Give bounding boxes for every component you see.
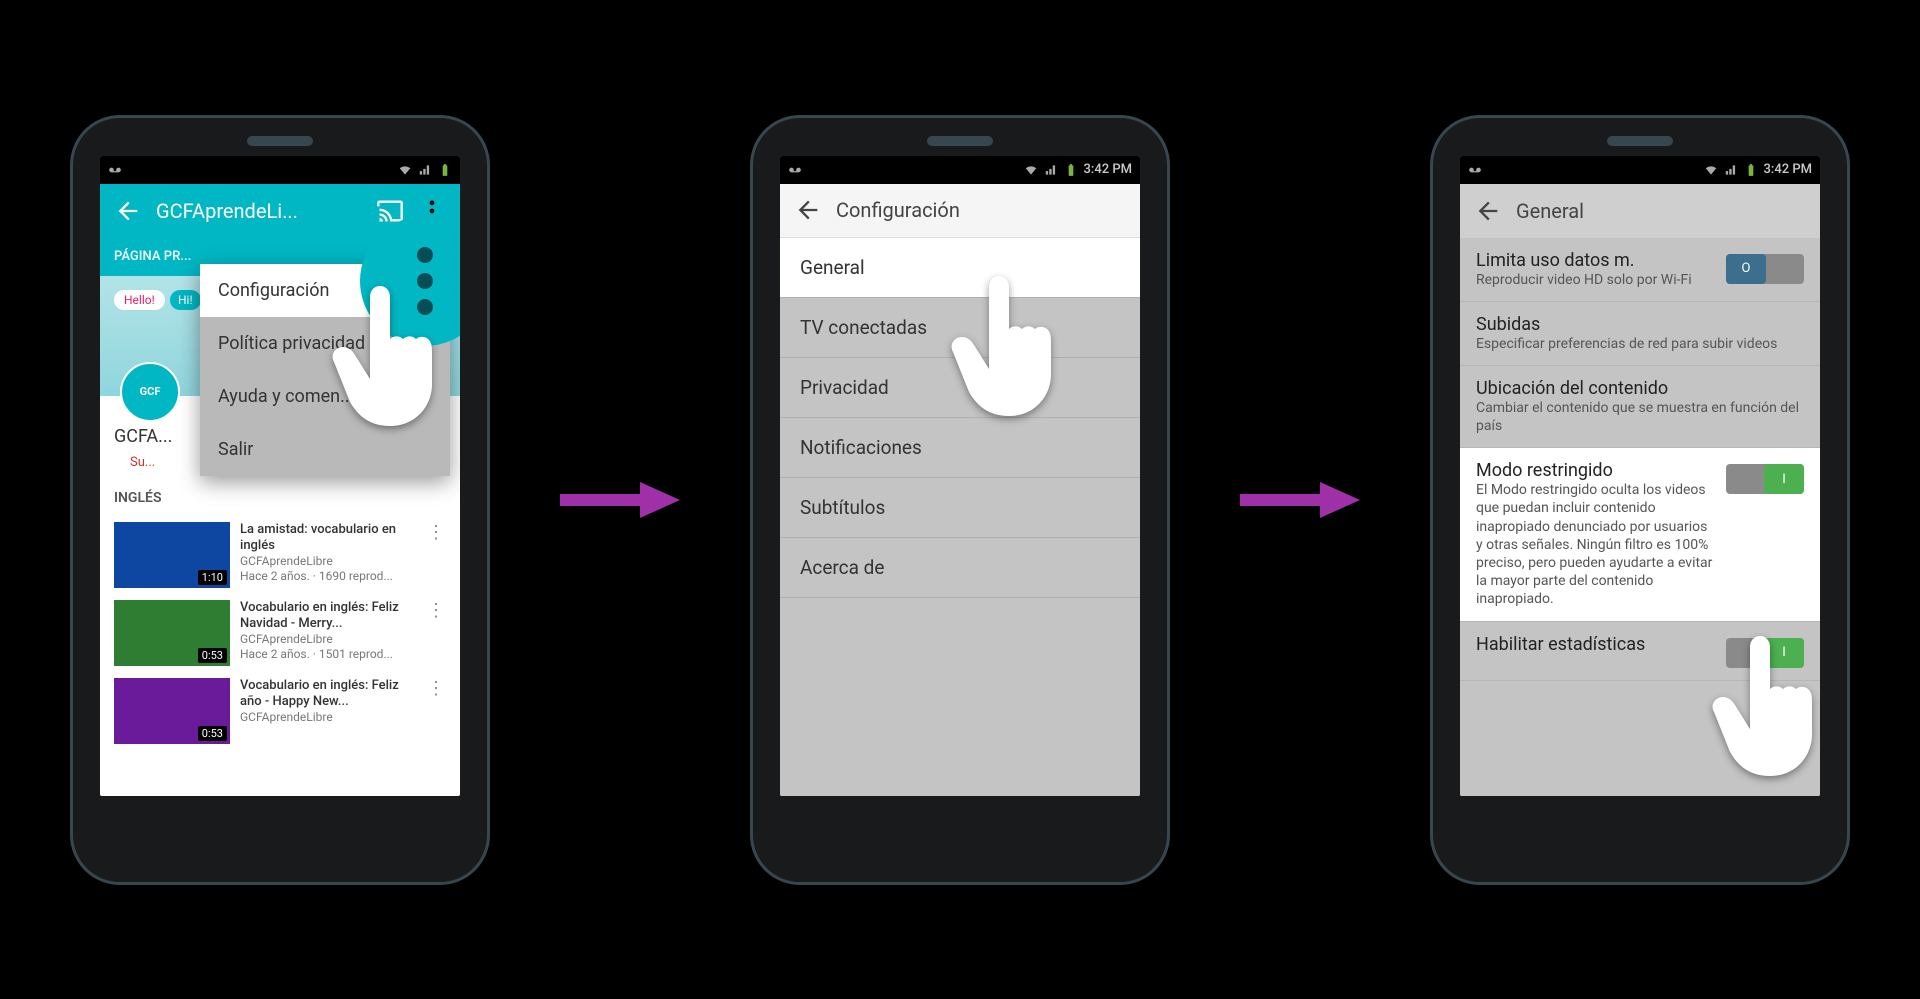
switch-knob: O	[1726, 254, 1766, 284]
banner-bubble-hi: Hi!	[170, 290, 201, 310]
switch-restricted-mode[interactable]: I	[1726, 464, 1804, 494]
battery-icon	[438, 163, 452, 177]
setting-title: Subidas	[1476, 314, 1804, 335]
voicemail-icon	[108, 163, 122, 177]
setting-description: Cambiar el contenido que se muestra en f…	[1476, 399, 1804, 435]
status-bar: 3:42 PM	[780, 156, 1140, 184]
video-meta: Vocabulario en inglés: Feliz Navidad - M…	[240, 600, 416, 663]
appbar-title: Configuración	[836, 198, 1126, 222]
settings-item-subtitles[interactable]: Subtítulos	[780, 478, 1140, 538]
flow-arrow-icon	[1240, 480, 1360, 520]
section-header: INGLÉS	[100, 480, 460, 516]
setting-title: Habilitar estadísticas	[1476, 634, 1714, 655]
battery-icon	[1744, 163, 1758, 177]
video-duration: 0:53	[198, 648, 227, 663]
video-thumbnail: 0:53	[114, 600, 230, 666]
video-duration: 1:10	[198, 570, 227, 585]
settings-item-general[interactable]: General	[780, 238, 1140, 298]
arrow-left-icon	[794, 196, 822, 224]
video-item[interactable]: 1:10 La amistad: vocabulario en inglés G…	[100, 516, 460, 594]
channel-avatar[interactable]: GCF	[120, 362, 180, 422]
signal-icon	[418, 163, 432, 177]
appbar-title: GCFAprendeLi...	[156, 199, 362, 223]
voicemail-icon	[1468, 163, 1482, 177]
wifi-icon	[1704, 163, 1718, 177]
banner-bubble-hello: Hello!	[114, 290, 165, 310]
battery-icon	[1064, 163, 1078, 177]
video-meta: Vocabulario en inglés: Feliz año - Happy…	[240, 678, 416, 726]
setting-title: Modo restringido	[1476, 460, 1714, 481]
general-settings-list: Limita uso datos m. Reproducir video HD …	[1460, 238, 1820, 796]
screen-3: 3:42 PM General Limita uso datos m. Repr…	[1460, 156, 1820, 796]
video-overflow[interactable]: ⋮	[426, 522, 446, 543]
video-duration: 0:53	[198, 726, 227, 741]
tab-home[interactable]: PÁGINA PR...	[114, 249, 191, 264]
phone-3: 3:42 PM General Limita uso datos m. Repr…	[1430, 115, 1850, 885]
settings-item-about[interactable]: Acerca de	[780, 538, 1140, 598]
video-meta: La amistad: vocabulario en inglés GCFApr…	[240, 522, 416, 585]
back-button[interactable]	[794, 196, 822, 224]
setting-description: El Modo restringido oculta los videos qu…	[1476, 481, 1714, 608]
switch-knob: I	[1764, 464, 1804, 494]
video-channel: GCFAprendeLibre	[240, 710, 416, 725]
settings-item-notifications[interactable]: Notificaciones	[780, 418, 1140, 478]
video-title: Vocabulario en inglés: Feliz año - Happy…	[240, 678, 416, 711]
wifi-icon	[398, 163, 412, 177]
switch-limit-data[interactable]: O	[1726, 254, 1804, 284]
setting-title: Ubicación del contenido	[1476, 378, 1804, 399]
phone-earpiece	[927, 136, 993, 146]
video-stats: Hace 2 años. · 1690 reprod...	[240, 569, 416, 584]
setting-uploads[interactable]: Subidas Especificar preferencias de red …	[1460, 302, 1820, 366]
switch-enable-stats[interactable]: I	[1726, 638, 1804, 668]
menu-item-help[interactable]: Ayuda y comen...	[200, 370, 450, 423]
video-thumbnail: 0:53	[114, 678, 230, 744]
phone-earpiece	[1607, 136, 1673, 146]
switch-knob: I	[1764, 638, 1804, 668]
video-thumbnail: 1:10	[114, 522, 230, 588]
video-stats: Hace 2 años. · 1501 reprod...	[240, 647, 416, 662]
status-time: 3:42 PM	[1084, 162, 1133, 177]
setting-enable-stats[interactable]: Habilitar estadísticas I	[1460, 622, 1820, 681]
phone-2: 3:42 PM Configuración General TV conecta…	[750, 115, 1170, 885]
settings-item-tv[interactable]: TV conectadas	[780, 298, 1140, 358]
setting-restricted-mode[interactable]: Modo restringido El Modo restringido ocu…	[1460, 448, 1820, 621]
status-bar	[100, 156, 460, 184]
phone-1: GCFAprendeLi... PÁGINA PR... Hello! Hi! …	[70, 115, 490, 885]
app-bar: Configuración	[780, 184, 1140, 238]
video-item[interactable]: 0:53 Vocabulario en inglés: Feliz Navida…	[100, 594, 460, 672]
back-button[interactable]	[1474, 197, 1502, 225]
signal-icon	[1724, 163, 1738, 177]
wifi-icon	[1024, 163, 1038, 177]
screen-2: 3:42 PM Configuración General TV conecta…	[780, 156, 1140, 796]
video-overflow[interactable]: ⋮	[426, 678, 446, 699]
appbar-title: General	[1516, 199, 1806, 223]
app-bar: General	[1460, 184, 1820, 238]
arrow-left-icon	[114, 197, 142, 225]
flow-arrow-icon	[560, 480, 680, 520]
video-item[interactable]: 0:53 Vocabulario en inglés: Feliz año - …	[100, 672, 460, 750]
video-title: Vocabulario en inglés: Feliz Navidad - M…	[240, 600, 416, 633]
video-overflow[interactable]: ⋮	[426, 600, 446, 621]
settings-item-privacy[interactable]: Privacidad	[780, 358, 1140, 418]
setting-description: Reproducir video HD solo por Wi-Fi	[1476, 271, 1714, 289]
video-channel: GCFAprendeLibre	[240, 632, 416, 647]
setting-limit-data[interactable]: Limita uso datos m. Reproducir video HD …	[1460, 238, 1820, 302]
settings-list: General TV conectadas Privacidad Notific…	[780, 238, 1140, 796]
video-channel: GCFAprendeLibre	[240, 554, 416, 569]
voicemail-icon	[788, 163, 802, 177]
video-title: La amistad: vocabulario en inglés	[240, 522, 416, 555]
screen-1: GCFAprendeLi... PÁGINA PR... Hello! Hi! …	[100, 156, 460, 796]
setting-title: Limita uso datos m.	[1476, 250, 1714, 271]
back-button[interactable]	[114, 197, 142, 225]
phone-earpiece	[247, 136, 313, 146]
setting-content-location[interactable]: Ubicación del contenido Cambiar el conte…	[1460, 366, 1820, 448]
setting-description: Especificar preferencias de red para sub…	[1476, 335, 1804, 353]
signal-icon	[1044, 163, 1058, 177]
status-bar: 3:42 PM	[1460, 156, 1820, 184]
arrow-left-icon	[1474, 197, 1502, 225]
menu-item-exit[interactable]: Salir	[200, 423, 450, 476]
status-time: 3:42 PM	[1764, 162, 1813, 177]
